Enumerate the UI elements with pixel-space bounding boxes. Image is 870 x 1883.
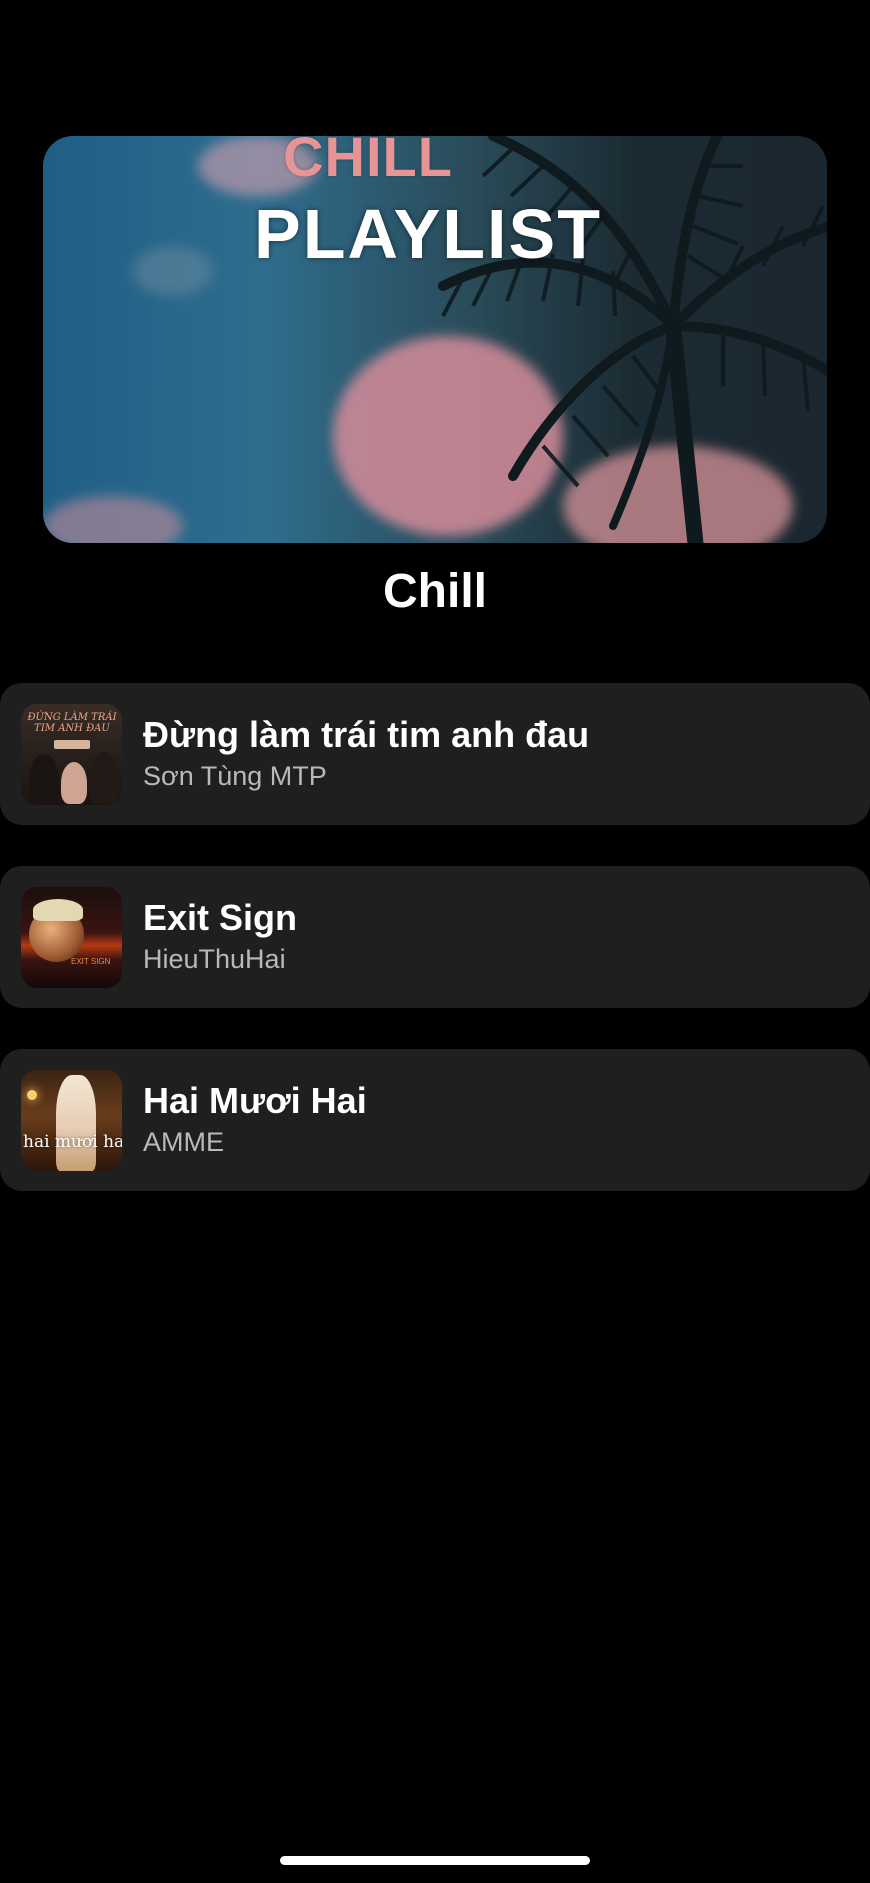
- cloud-shape: [43, 496, 183, 543]
- album-art: ĐỪNG LÀM TRÁI TIM ANH ĐAU: [21, 704, 122, 805]
- album-art: hai mươi hai: [21, 1070, 122, 1171]
- album-art-figure: [29, 754, 59, 804]
- album-art-figure: [89, 752, 119, 804]
- cloud-shape: [563, 446, 793, 543]
- track-row[interactable]: hai mươi hai Hai Mươi Hai AMME: [0, 1049, 870, 1191]
- album-art-figure: [33, 899, 83, 921]
- track-title: Đừng làm trái tim anh đau: [143, 714, 590, 755]
- album-art-badge: [54, 740, 90, 749]
- album-art-text: hai mươi hai: [23, 1132, 122, 1152]
- album-art-light: [27, 1090, 37, 1100]
- playlist-cover-image: CHILL PLAYLIST: [43, 136, 827, 543]
- cover-title-line1: CHILL: [283, 136, 453, 188]
- album-art-figure: [56, 1075, 96, 1171]
- track-artist: Sơn Tùng MTP: [143, 761, 327, 791]
- track-row[interactable]: EXIT SIGN Exit Sign HieuThuHai: [0, 866, 870, 1008]
- track-row[interactable]: ĐỪNG LÀM TRÁI TIM ANH ĐAU Đừng làm trái …: [0, 683, 870, 825]
- album-art-figure: [61, 762, 87, 804]
- album-art: EXIT SIGN: [21, 887, 122, 988]
- album-art-text: ĐỪNG LÀM TRÁI TIM ANH ĐAU: [27, 712, 117, 734]
- home-indicator[interactable]: [280, 1856, 590, 1865]
- cloud-shape: [333, 336, 563, 536]
- cover-title-line2: PLAYLIST: [254, 195, 602, 273]
- track-artist: AMME: [143, 1127, 224, 1157]
- track-artist: HieuThuHai: [143, 944, 286, 974]
- playlist-title: Chill: [383, 565, 487, 618]
- cloud-shape: [133, 246, 213, 296]
- track-title: Exit Sign: [143, 897, 298, 938]
- track-title: Hai Mươi Hai: [143, 1080, 367, 1121]
- album-art-text: EXIT SIGN: [71, 957, 111, 966]
